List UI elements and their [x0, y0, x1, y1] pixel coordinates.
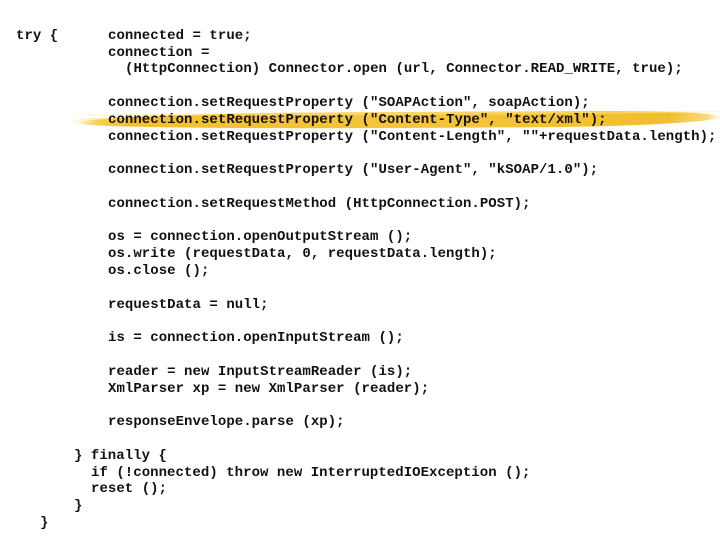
code-line-reader: reader = new InputStreamReader (is);: [108, 364, 413, 380]
code-line-request-null: requestData = null;: [108, 297, 269, 313]
code-line-finally: } finally {: [74, 448, 167, 464]
code-line-connector-open: (HttpConnection) Connector.open (url, Co…: [125, 61, 683, 77]
code-line-content-length: connection.setRequestProperty ("Content-…: [108, 129, 717, 145]
code-line-connection-assign: connection =: [108, 45, 210, 61]
code-line-os-close: os.close ();: [108, 263, 210, 279]
code-line-user-agent: connection.setRequestProperty ("User-Age…: [108, 162, 599, 178]
code-line-if-not-connected: if (!connected) throw new InterruptedIOE…: [91, 465, 531, 481]
code-line-connected-true: connected = true;: [108, 28, 252, 44]
code-line-open-input: is = connection.openInputStream ();: [108, 330, 404, 346]
code-line-try: try {: [16, 28, 59, 44]
code-line-close-try: }: [40, 515, 49, 531]
code-line-soapaction: connection.setRequestProperty ("SOAPActi…: [108, 95, 590, 111]
code-line-os-write: os.write (requestData, 0, requestData.le…: [108, 246, 497, 262]
code-line-reset: reset ();: [91, 481, 168, 497]
code-line-request-method: connection.setRequestMethod (HttpConnect…: [108, 196, 531, 212]
code-line-close-finally: }: [74, 498, 83, 514]
code-line-open-output: os = connection.openOutputStream ();: [108, 229, 413, 245]
code-line-content-type: connection.setRequestProperty ("Content-…: [108, 112, 607, 128]
code-line-parse: responseEnvelope.parse (xp);: [108, 414, 345, 430]
code-slide: try { connected = true; connection = (Ht…: [0, 0, 720, 540]
code-line-xml-parser: XmlParser xp = new XmlParser (reader);: [108, 381, 430, 397]
